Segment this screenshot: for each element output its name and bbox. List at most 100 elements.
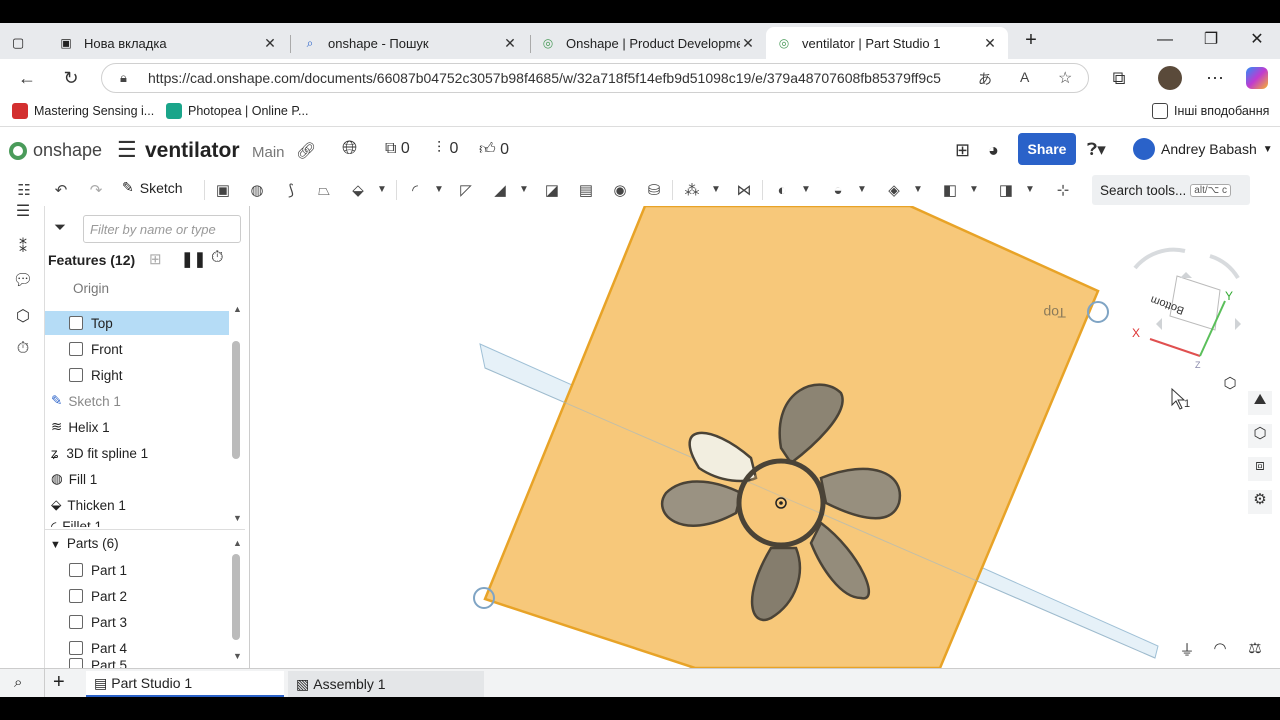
minimize-icon[interactable]: — [1150,29,1180,51]
tab-ventilator[interactable]: ◎ ventilator | Part Studio 1 ✕ [766,27,1008,59]
display-modes-icon[interactable]: ⛰︎ [1248,391,1272,415]
loft-icon[interactable]: ⏢ [313,179,335,201]
appearance-icon[interactable]: ⚙︎ [1248,490,1272,514]
favorite-star-icon[interactable]: ☆ [1058,68,1072,88]
part-item[interactable]: Part 2 [45,584,230,608]
other-bookmarks[interactable]: Інші вподобання [1152,103,1269,119]
feature-origin[interactable]: Origin [45,280,230,296]
like-icon[interactable]: 👍︎ 0 [479,140,509,159]
mirror-icon[interactable]: ⋈ [733,179,755,201]
chevron-down-icon[interactable]: ▼ [377,184,387,195]
app-store-icon[interactable]: ⊞ [955,140,970,161]
chevron-down-icon[interactable]: ▼ [434,184,444,195]
section-view-icon[interactable]: ⧈ [1248,457,1272,481]
translate-icon[interactable]: あ [978,69,992,89]
rib-icon[interactable]: ◪ [541,179,563,201]
named-views-icon[interactable]: ⬡ [1248,424,1272,448]
part-item[interactable]: Part 3 [45,610,230,634]
bookmark-photopea[interactable]: Photopea | Online P... [166,103,308,119]
extensions-icon[interactable]: ⧉ [1106,65,1132,91]
plane-handle-icon[interactable] [1087,301,1109,323]
feature-tree-icon[interactable]: ☰ [12,201,34,223]
cylinder-icon[interactable]: ⛁ [643,179,665,201]
sketch-button[interactable]: ✎ Sketch [122,179,183,196]
tab-search[interactable]: ⌕ onshape - Пошук ✕ [292,27,528,59]
pattern-icon[interactable]: ⁂ [681,179,703,201]
search-tools-field[interactable]: Search tools... alt/⌥ c [1092,175,1250,205]
variables-icon[interactable]: ⁑ [12,237,34,259]
scroll-up-icon[interactable]: ▲ [233,304,242,314]
view-cube[interactable]: Bottom X Y Z [1132,247,1241,370]
tab-new[interactable]: ▣ Нова вкладка ✕ [48,27,288,59]
feature-spline[interactable]: ʑ 3D fit spline 1 [45,441,230,465]
tab-part-studio[interactable]: ▤ Part Studio 1 [86,671,284,697]
transform-icon[interactable]: ◈ [883,179,905,201]
part-item[interactable]: Part 4 [45,636,230,660]
draft-icon[interactable]: ◢ [489,179,511,201]
boolean-icon[interactable]: ◐ [771,179,793,201]
scroll-up-icon[interactable]: ▲ [233,538,242,548]
chevron-down-icon[interactable]: ▼ [1025,184,1035,195]
chevron-down-icon[interactable]: ▼ [913,184,923,195]
plane-icon[interactable]: ◧ [939,179,961,201]
fillet-icon[interactable]: ◜ [404,179,426,201]
search-tabs-icon[interactable]: ⌕ [14,674,22,691]
chevron-down-icon[interactable]: ▼ [857,184,867,195]
onshape-logo[interactable]: onshape [9,140,102,161]
undo-icon[interactable]: ↶ [50,179,72,201]
reload-icon[interactable]: ↻ [58,65,84,91]
feature-list-icon[interactable]: ☷ [13,179,35,201]
close-icon[interactable]: ✕ [982,35,998,52]
feature-top[interactable]: Top [45,311,229,335]
document-title[interactable]: ventilator [145,139,240,163]
chevron-down-icon[interactable]: ▼ [711,184,721,195]
mate-connector-icon[interactable]: ◨ [995,179,1017,201]
help-icon[interactable]: ❓︎▾ [1087,140,1106,160]
units-icon[interactable]: ⚖︎ [1243,639,1267,663]
revolve-icon[interactable]: ◍ [246,179,268,201]
hamburger-menu-icon[interactable]: ☰ [117,137,137,163]
redo-icon[interactable]: ↷ [85,179,107,201]
rollback-timer-icon[interactable]: ⏱︎ [211,249,223,267]
link-icon[interactable]: 🔗︎ [296,141,316,161]
chevron-down-icon[interactable]: ▼ [969,184,979,195]
chevron-down-icon[interactable]: ▼ [801,184,811,195]
parts-header[interactable]: ▼ Parts (6) [50,536,119,551]
versions-icon[interactable]: ⧉ 0 [385,140,410,158]
hole-icon[interactable]: ◉ [609,179,631,201]
features-scrollbar[interactable] [232,341,240,459]
filter-icon[interactable]: ⏷ [54,219,66,236]
feature-fillet[interactable]: ◜ Fillet 1 [45,519,230,527]
feature-front[interactable]: Front [45,337,230,361]
feature-helix[interactable]: ≋ Helix 1 [45,415,230,439]
close-window-icon[interactable]: ✕ [1242,29,1272,51]
add-folder-icon[interactable]: ⊞ [149,250,162,268]
3d-viewport[interactable]: Top Bottom X Y Z 1 ⬡ ⛰︎ ⬡ ⧈ ⚙︎ ⏚ ◠ ⚖︎ [250,206,1280,668]
parts-icon[interactable]: ⬡ [12,306,34,328]
extrude-icon[interactable]: ▣ [212,179,234,201]
feature-fill[interactable]: ◍ Fill 1 [45,467,230,491]
filter-input[interactable]: Filter by name or type [83,215,241,243]
more-menu-icon[interactable]: ⋯ [1202,65,1228,91]
share-button[interactable]: Share [1018,133,1076,165]
close-icon[interactable]: ✕ [740,35,756,52]
read-aloud-icon[interactable]: A [1020,69,1029,85]
url-field[interactable]: 🔒︎ https://cad.onshape.com/documents/660… [101,63,1089,93]
copilot-icon[interactable] [1246,67,1268,89]
pause-icon[interactable]: ❚❚ [181,250,206,268]
branches-icon[interactable]: ⫶ 0 [437,140,458,158]
shell-icon[interactable]: ▤ [575,179,597,201]
chamfer-icon[interactable]: ◸ [455,179,477,201]
profile-avatar[interactable] [1158,66,1182,90]
add-custom-feature-icon[interactable]: ⊹ [1052,179,1074,201]
tab-actions-icon[interactable]: ▢ [12,27,36,59]
comments-icon[interactable]: 💬︎ [12,270,34,292]
add-tab-icon[interactable]: + [53,671,65,694]
bookmark-mastering[interactable]: Mastering Sensing i... [12,103,154,119]
new-tab-icon[interactable]: + [1016,29,1046,51]
view-cube-menu-icon[interactable]: ⬡ [1218,374,1242,398]
back-icon[interactable]: ← [14,65,40,91]
split-icon[interactable]: ◒ [827,179,849,201]
tab-assembly[interactable]: ▧ Assembly 1 [288,671,484,697]
close-icon[interactable]: ✕ [502,35,518,52]
